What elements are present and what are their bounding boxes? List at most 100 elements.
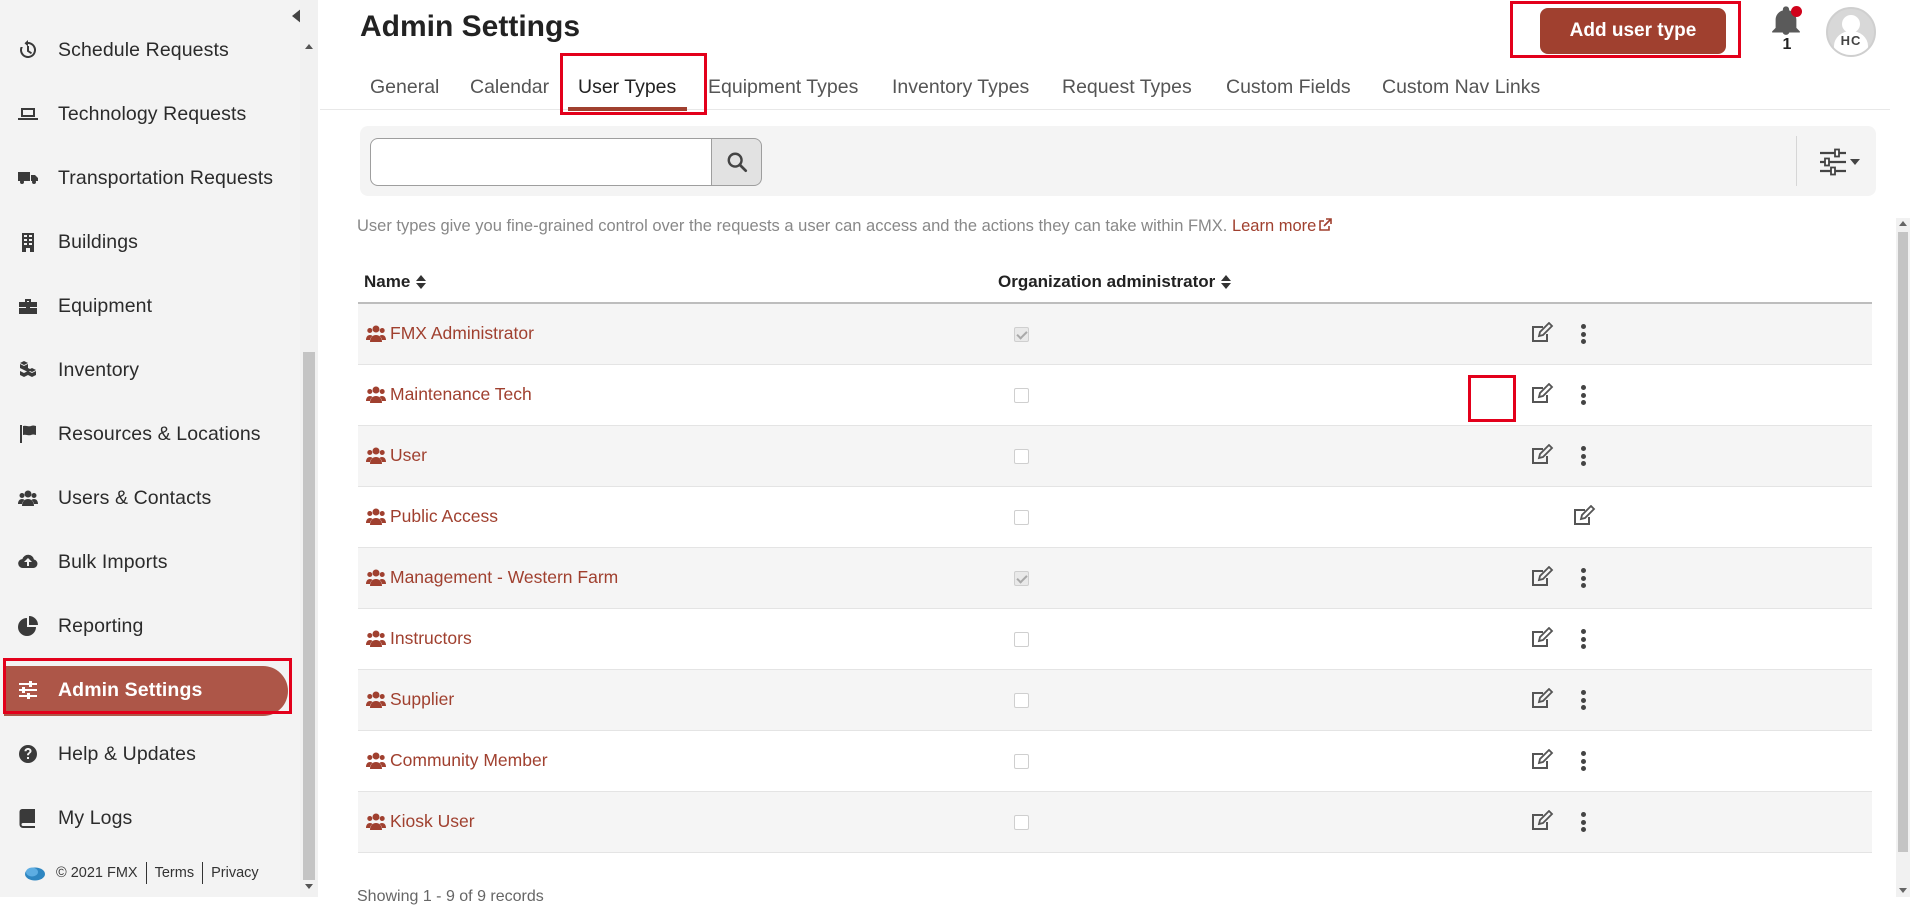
sidebar-item-label: Reporting [58, 614, 144, 637]
user-type-name: FMX Administrator [390, 323, 534, 343]
user-type-link[interactable]: Community Member [366, 750, 548, 771]
notification-count: 1 [1782, 36, 1792, 53]
user-type-link[interactable]: User [366, 445, 427, 466]
sidebar-item-resources-locations[interactable]: Resources & Locations [0, 402, 300, 466]
sidebar-item-label: Admin Settings [58, 678, 203, 701]
more-options-button[interactable] [1576, 566, 1590, 590]
dot [1580, 629, 1586, 634]
edit-button[interactable] [1572, 504, 1598, 529]
more-options-button[interactable] [1576, 749, 1590, 773]
search-input[interactable] [370, 138, 712, 186]
records-count: Showing 1 - 9 of 9 records [357, 888, 544, 905]
sidebar-item-bulk-imports[interactable]: Bulk Imports [0, 530, 300, 594]
sidebar-item-technology-requests[interactable]: Technology Requests [0, 82, 300, 146]
table-header: Name Organization administrator [358, 262, 1872, 304]
edit-button[interactable] [1530, 687, 1556, 712]
more-options-button[interactable] [1576, 627, 1590, 651]
edit-button[interactable] [1530, 382, 1556, 407]
sidebar-item-transportation-requests[interactable]: Transportation Requests [0, 146, 300, 210]
edit-button[interactable] [1530, 809, 1556, 834]
users-icon [366, 813, 390, 830]
filter-options-button[interactable] [1818, 148, 1864, 176]
users-icon [366, 630, 390, 647]
table-row: Public Access [358, 487, 1872, 548]
sidebar-item-buildings[interactable]: Buildings [0, 210, 300, 274]
user-type-link[interactable]: FMX Administrator [366, 323, 534, 344]
scroll-down-arrow-icon[interactable] [305, 884, 313, 889]
column-header-org-admin[interactable]: Organization administrator [998, 272, 1232, 292]
sidebar-item-schedule-requests[interactable]: Schedule Requests [0, 18, 300, 82]
tab-calendar[interactable]: Calendar [470, 76, 549, 99]
sidebar-item-equipment[interactable]: Equipment [0, 274, 300, 338]
terms-link[interactable]: Terms [155, 865, 194, 881]
dot [1580, 812, 1586, 817]
scroll-up-arrow-icon[interactable] [1899, 221, 1907, 226]
edit-button[interactable] [1530, 748, 1556, 773]
user-type-link[interactable]: Management - Western Farm [366, 567, 618, 588]
dot [1580, 827, 1586, 832]
more-options-button[interactable] [1576, 444, 1590, 468]
user-type-name: Kiosk User [390, 811, 475, 831]
table-row: FMX Administrator [358, 304, 1872, 365]
more-options-button[interactable] [1576, 383, 1590, 407]
table-row: User [358, 426, 1872, 487]
add-user-type-button[interactable]: Add user type [1540, 8, 1726, 54]
edit-button[interactable] [1530, 443, 1556, 468]
users-icon [366, 447, 390, 464]
user-types-table: Name Organization administrator FMX Admi… [358, 262, 1872, 853]
org-admin-checkbox [1014, 388, 1029, 403]
table-row: Community Member [358, 731, 1872, 792]
search-button[interactable] [712, 138, 762, 186]
scrollbar-thumb[interactable] [303, 352, 315, 880]
more-options-button[interactable] [1576, 810, 1590, 834]
column-header-name[interactable]: Name [364, 272, 427, 292]
user-avatar[interactable]: HC [1826, 7, 1876, 57]
more-options-button[interactable] [1576, 688, 1590, 712]
sidebar-item-users-contacts[interactable]: Users & Contacts [0, 466, 300, 530]
sidebar-item-reporting[interactable]: Reporting [0, 594, 300, 658]
tab-inventory-types[interactable]: Inventory Types [892, 76, 1029, 99]
tab-request-types[interactable]: Request Types [1062, 76, 1192, 99]
sidebar-item-label: Buildings [58, 230, 139, 253]
users-icon [366, 508, 390, 525]
sidebar-item-help-updates[interactable]: Help & Updates [0, 722, 300, 786]
dot [1580, 453, 1586, 459]
edit-button[interactable] [1530, 565, 1556, 590]
sidebar-scrollbar[interactable] [300, 0, 318, 897]
sliders-dropdown-icon [1820, 148, 1860, 176]
scroll-up-arrow-icon[interactable] [305, 44, 313, 49]
sidebar-item-label: Technology Requests [58, 102, 247, 125]
user-type-link[interactable]: Instructors [366, 628, 472, 649]
sidebar-item-label: Users & Contacts [58, 486, 212, 509]
user-type-link[interactable]: Maintenance Tech [366, 384, 532, 405]
user-type-link[interactable]: Supplier [366, 689, 454, 710]
more-options-button[interactable] [1576, 322, 1590, 346]
sidebar-item-my-logs[interactable]: My Logs [0, 786, 300, 850]
org-admin-checkbox [1014, 754, 1029, 769]
main-scrollbar[interactable] [1896, 218, 1910, 897]
dot [1580, 446, 1586, 451]
tab-custom-nav-links[interactable]: Custom Nav Links [1382, 76, 1540, 99]
user-type-link[interactable]: Kiosk User [366, 811, 475, 832]
laptop-icon [17, 103, 39, 125]
scroll-down-arrow-icon[interactable] [1899, 888, 1907, 893]
tab-equipment-types[interactable]: Equipment Types [708, 76, 858, 99]
user-type-link[interactable]: Public Access [366, 506, 498, 527]
org-admin-checkbox [1014, 815, 1029, 830]
notifications-button[interactable] [1772, 6, 1802, 40]
scrollbar-thumb[interactable] [1898, 232, 1908, 852]
sidebar-item-inventory[interactable]: Inventory [0, 338, 300, 402]
privacy-link[interactable]: Privacy [211, 865, 259, 881]
dot [1580, 339, 1586, 344]
footer-divider [202, 862, 204, 884]
learn-more-link[interactable]: Learn more [1232, 217, 1333, 235]
table-row: Management - Western Farm [358, 548, 1872, 609]
sidebar-item-admin-settings[interactable]: Admin Settings [0, 658, 300, 722]
edit-button[interactable] [1530, 321, 1556, 346]
tab-user-types[interactable]: User Types [578, 76, 676, 99]
sidebar-nav: Schedule Requests Technology Requests Tran… [0, 18, 300, 850]
dot [1580, 766, 1586, 771]
edit-button[interactable] [1530, 626, 1556, 651]
tab-general[interactable]: General [370, 76, 439, 99]
tab-custom-fields[interactable]: Custom Fields [1226, 76, 1351, 99]
